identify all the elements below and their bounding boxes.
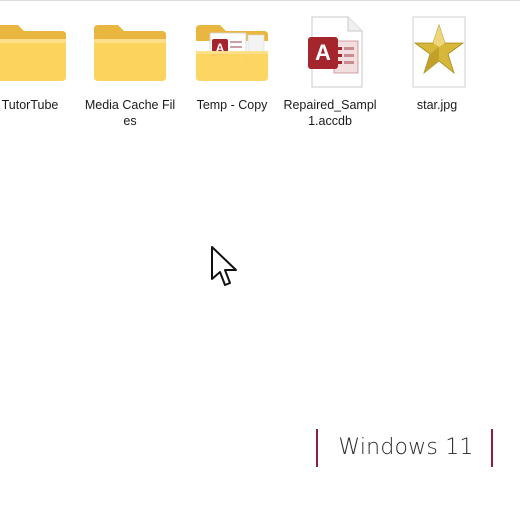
watermark-right-bar bbox=[491, 429, 493, 467]
folder-with-content-icon: A bbox=[192, 11, 272, 91]
file-item-repaired-sampl1-accdb[interactable]: A Repaired_Sampl1.accdb bbox=[282, 11, 378, 129]
star-image-icon bbox=[397, 11, 477, 91]
file-label: star.jpg bbox=[416, 98, 458, 112]
file-item-media-cache-files[interactable]: Media Cache Files bbox=[82, 11, 178, 129]
file-label: TutorTube bbox=[1, 98, 59, 112]
file-item-tutortube[interactable]: TutorTube bbox=[0, 11, 78, 113]
file-label: Repaired_Sampl1.accdb bbox=[283, 98, 377, 128]
watermark-left-bar bbox=[316, 429, 318, 467]
access-letter: A bbox=[315, 40, 331, 65]
file-item-temp-copy[interactable]: A Temp - Copy bbox=[184, 11, 280, 113]
desktop-window: TutorTube Media Cache Files A Temp - Cop… bbox=[0, 0, 520, 520]
access-database-icon: A bbox=[290, 11, 370, 91]
folder-icon bbox=[90, 11, 170, 91]
file-label: Media Cache Files bbox=[84, 98, 176, 128]
file-item-star-jpg[interactable]: star.jpg bbox=[389, 11, 485, 113]
watermark-label: Windows 11 bbox=[338, 435, 474, 460]
mouse-pointer-icon bbox=[211, 246, 237, 286]
folder-icon bbox=[0, 11, 70, 91]
file-label: Temp - Copy bbox=[196, 98, 268, 112]
